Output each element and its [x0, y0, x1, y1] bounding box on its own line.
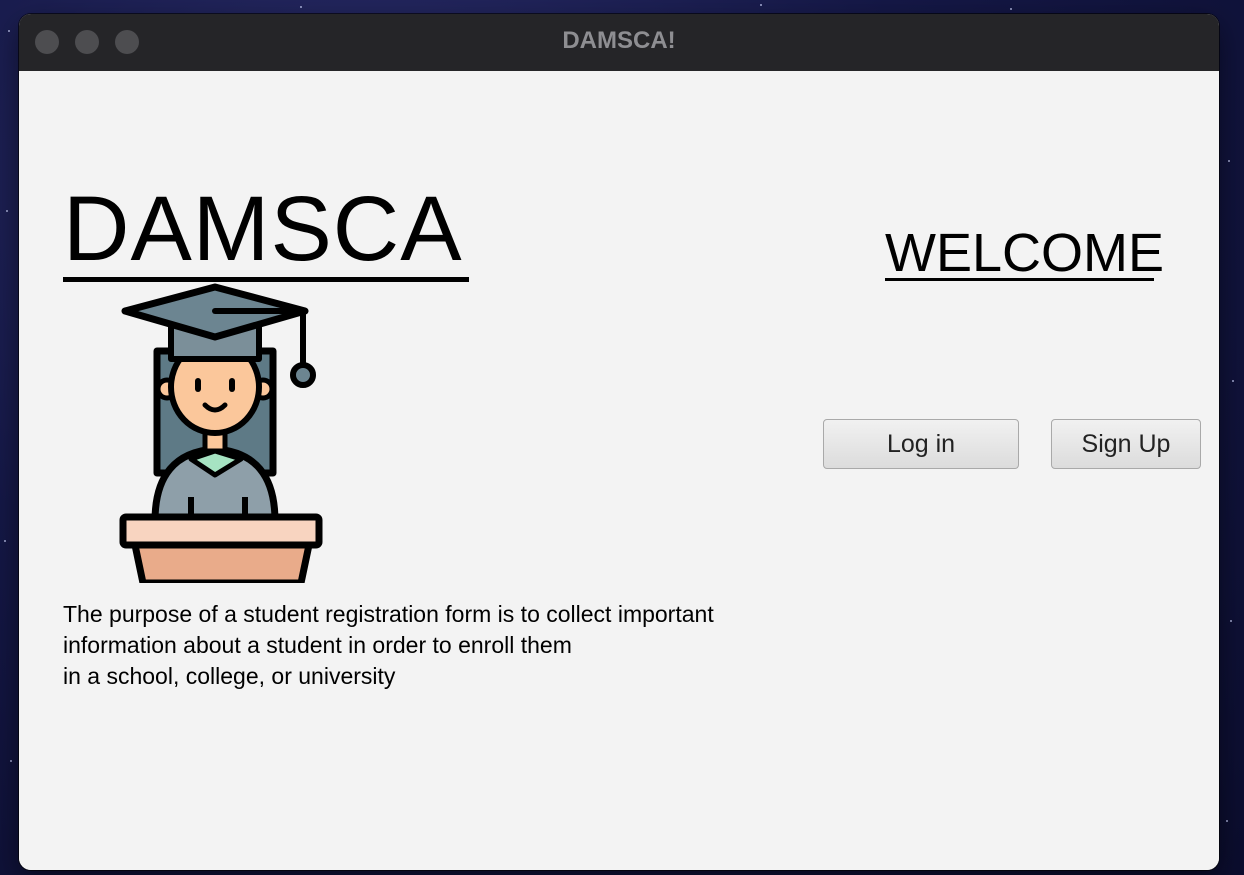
welcome-heading: WELCOME — [885, 223, 1165, 283]
description-line: The purpose of a student registration fo… — [63, 601, 714, 627]
signup-button[interactable]: Sign Up — [1051, 419, 1201, 469]
description-line: in a school, college, or university — [63, 663, 396, 689]
window-title: DAMSCA! — [562, 27, 676, 54]
description-line: information about a student in order to … — [63, 632, 572, 658]
brand-title: DAMSCA — [63, 178, 463, 280]
welcome-underline — [885, 278, 1154, 281]
main-content: DAMSCA WELCOME The purpose of a student … — [19, 71, 1219, 870]
graduate-student-at-podium-icon — [109, 283, 339, 587]
description-text: The purpose of a student registration fo… — [63, 599, 714, 692]
window-titlebar: DAMSCA! — [19, 14, 1219, 72]
login-button[interactable]: Log in — [823, 419, 1019, 469]
app-window: DAMSCA! DAMSCA WELCOME The purpose of a … — [19, 14, 1219, 870]
brand-underline — [63, 277, 469, 282]
